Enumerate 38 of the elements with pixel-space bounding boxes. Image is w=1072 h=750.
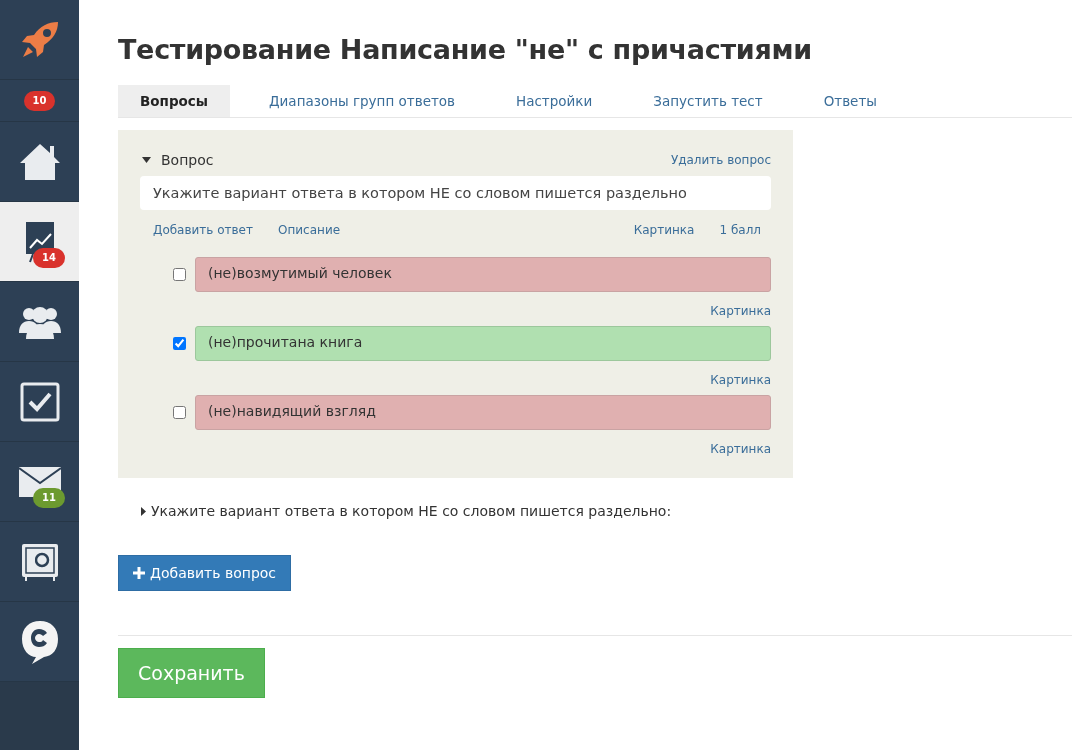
answer-option-link[interactable]: Добавить ответ: [153, 223, 253, 237]
chat-logo-icon: [19, 618, 60, 665]
answer-checkbox[interactable]: [173, 268, 186, 281]
tab[interactable]: Настройки: [494, 85, 615, 117]
picture-link[interactable]: Картинка: [710, 373, 771, 387]
count-badge: 10: [23, 90, 56, 111]
answer-field[interactable]: (не)навидящий взгляд: [195, 395, 771, 430]
caret-right-icon[interactable]: [141, 506, 146, 516]
question-label: Вопрос: [161, 152, 214, 168]
picture-link[interactable]: Картинка: [710, 442, 771, 456]
question-text-field[interactable]: Укажите вариант ответа в котором НЕ со словом пишется раздельно: [140, 176, 771, 210]
tab[interactable]: Вопросы: [118, 85, 231, 117]
picture-link[interactable]: Картинка: [633, 223, 695, 237]
home-icon: [18, 141, 61, 182]
answer-checkbox[interactable]: [173, 337, 186, 350]
sidebar-item[interactable]: 14: [0, 202, 79, 282]
question-title[interactable]: Укажите вариант ответа в котором НЕ со словом пишется раздельно:: [151, 503, 672, 519]
tab[interactable]: Диапазоны групп ответов: [247, 85, 477, 117]
points-link[interactable]: 1 балл: [719, 223, 761, 237]
people-icon: [18, 304, 61, 339]
checkbox-icon: [19, 381, 60, 422]
page-title: Тестирование Написание "не" с причастиями: [118, 34, 813, 65]
tab[interactable]: Ответы: [801, 85, 899, 117]
answer-checkbox[interactable]: [173, 406, 186, 419]
delete-question-link[interactable]: Удалить вопрос: [670, 153, 771, 167]
add-question-button[interactable]: Добавить вопрос: [118, 555, 292, 591]
plus-icon: [133, 567, 145, 579]
safe-icon: [19, 541, 60, 582]
answer-field[interactable]: (не)прочитана книга: [195, 326, 771, 361]
picture-link[interactable]: Картинка: [710, 304, 771, 318]
sidebar-item[interactable]: 11: [0, 442, 79, 522]
count-badge: 11: [33, 488, 65, 508]
count-badge: 14: [33, 248, 65, 268]
answer-field[interactable]: (не)возмутимый человек: [195, 257, 771, 292]
rocket-icon: [19, 19, 60, 60]
answer-option-link[interactable]: Описание: [278, 223, 341, 237]
caret-down-icon[interactable]: [142, 157, 151, 163]
tab[interactable]: Запустить тест: [631, 85, 785, 117]
